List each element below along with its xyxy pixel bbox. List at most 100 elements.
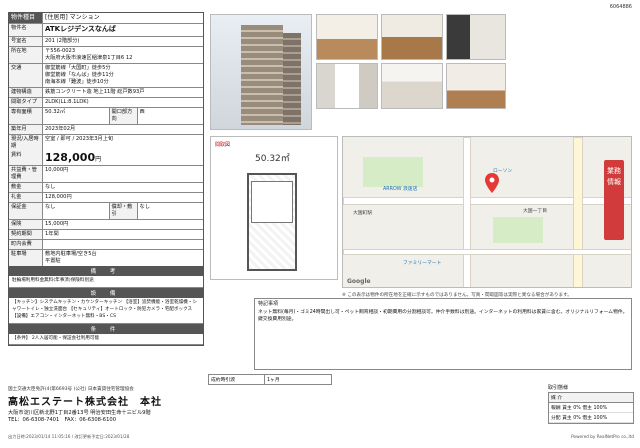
interior-photo-kitchen[interactable]: [446, 14, 506, 60]
map-road: [463, 137, 471, 287]
trade-type-value: 媒 介: [549, 393, 633, 403]
table-row: 間取タイプ 2LDK(LL:8.1LDK): [9, 97, 203, 108]
table-row: 号室名 201 (2階部分): [9, 36, 203, 47]
row-label: 物件名: [9, 24, 43, 36]
table-row: 所在地 〒556-0023 大阪府大阪市浪速区稲津泉1丁目6 12: [9, 46, 203, 64]
floorplan-area: 50.32㎡: [255, 154, 290, 164]
row-label: 間取タイプ: [9, 97, 43, 107]
handover-value: 1ヶ月: [267, 378, 280, 383]
row-label: 保険: [9, 219, 43, 229]
row-label: 敷金: [9, 182, 43, 192]
row-label: 共益費・管理費: [9, 165, 43, 182]
row-value: 1年間: [45, 230, 59, 237]
remarks-box: 特記事項 ネット無料(毎月)・ゴミ24時間出し可・ペット飼育相談・初期費用の分割…: [254, 298, 632, 370]
row-extra-label: 開口部方向: [109, 107, 138, 124]
table-row: 保証金 なし 償却・敷引 なし: [9, 202, 203, 220]
row-value: 敷地内駐車場/空き5台 平置駐: [45, 250, 97, 264]
location-map[interactable]: ARROW 浪速店 大国町駅 ファミリーマート ローソン 大国一丁目 Googl…: [342, 136, 632, 288]
table-row: 町内会費: [9, 239, 203, 250]
property-type-label: 物件種目: [9, 13, 43, 24]
rent-label: 賃料: [9, 150, 43, 165]
map-pin-icon: [485, 173, 499, 193]
map-label: ARROW 浪速店: [383, 187, 418, 192]
row-label: 築年月: [9, 124, 43, 134]
company-name: 高松エステート株式会社 本社: [8, 397, 162, 408]
section-title: 設 備: [9, 287, 203, 298]
interior-photo-toilet[interactable]: [381, 63, 443, 109]
property-type-value: [住居用] マンション: [45, 14, 100, 21]
row-value: 15,000円: [45, 220, 69, 227]
row-value: 〒556-0023 大阪府大阪市浪速区稲津泉1丁目6 12: [45, 47, 133, 61]
row-label: 町内会費: [9, 239, 43, 249]
table-row: 契約期間 1年間: [9, 229, 203, 240]
row-extra-value: なし: [139, 203, 150, 210]
interior-photo-room[interactable]: [381, 14, 443, 60]
floorplan-badge: 間取図: [215, 142, 231, 148]
rent-amount: 128,000: [45, 150, 96, 164]
map-park: [363, 157, 423, 187]
row-value: 2LDK(LL:8.1LDK): [45, 98, 89, 105]
row-label: 保証金: [9, 202, 43, 219]
map-park: [493, 217, 543, 243]
map-road: [343, 197, 631, 205]
row-value: 201 (2階部分): [45, 37, 80, 44]
row-rent: 賃料 128,000円: [9, 150, 203, 166]
row-label: 専有面積: [9, 107, 43, 124]
row-label: 契約期間: [9, 229, 43, 239]
row-property-type: 物件種目 [住居用] マンション: [9, 13, 203, 25]
handover-table: 成約時引渡 1ヶ月: [208, 374, 332, 385]
print-date: 出力日時:2023/01/14 11:05:16 / 改訂更新予定日:2023/…: [8, 434, 130, 439]
row-value: 128,000円: [45, 193, 72, 200]
interior-photo-bath[interactable]: [316, 63, 378, 109]
table-row: 共益費・管理費 10,000円: [9, 165, 203, 183]
interior-photo-hall[interactable]: [446, 63, 506, 109]
section-title: 備 考: [9, 266, 203, 276]
interior-photo-living[interactable]: [316, 14, 378, 60]
building-facade: [241, 25, 283, 125]
row-label: 礼金: [9, 192, 43, 202]
map-label: 大国一丁目: [523, 209, 547, 214]
row-label: 建物構造: [9, 87, 43, 97]
license-text: 国土交通大臣免許(4)第6693号 (公社) 日本賃貸住宅管理協会: [8, 387, 134, 392]
row-value: なし: [43, 202, 110, 219]
table-row: 専有面積 50.32㎡ 開口部方向西: [9, 107, 203, 125]
business-info-stamp: 業務情報: [604, 160, 624, 240]
company-phone: TEL：06-6308-7401 FAX：06-6308-6100: [8, 417, 117, 423]
property-info-table: 物件種目 [住居用] マンション 物件名 ATKレジデンスなんば号室名 201 (2…: [8, 12, 204, 347]
section-title: 条 件: [9, 323, 203, 334]
building-side: [283, 33, 301, 125]
row-value: 御堂筋線「大国町」徒歩5分 御堂筋線「なんば」徒歩11分 南海本線「難波」徒歩1…: [45, 64, 114, 85]
row-value: 50.32㎡: [43, 107, 110, 124]
table-row: 交通 御堂筋線「大国町」徒歩5分 御堂筋線「なんば」徒歩11分 南海本線「難波」徒…: [9, 63, 203, 88]
row-value: 空室 / 即可 / 2023年3月上旬: [45, 135, 114, 142]
map-label: 大国町駅: [353, 211, 373, 216]
remarks-title: 特記事項: [258, 301, 279, 307]
row-extra-value: 西: [139, 108, 145, 115]
map-main-road: [573, 137, 583, 287]
table-row: 保険 15,000円: [9, 219, 203, 230]
document-id: 6064886: [609, 4, 632, 10]
map-logo: Google: [347, 278, 371, 285]
table-row: 敷金 なし: [9, 182, 203, 193]
rent-unit: 円: [95, 155, 102, 163]
table-row: 築年月 2023年02月: [9, 124, 203, 135]
row-value: 鉄筋コンクリート造 地上11階 総戸数93戸: [45, 88, 145, 95]
row-value: ATKレジデンスなんば: [45, 25, 116, 34]
print-footer: 出力日時:2023/01/14 11:05:16 / 改訂更新予定日:2023/…: [8, 434, 634, 440]
row-value: [43, 240, 203, 249]
remarks-body: ネット無料(毎月)・ゴミ24時間出し可・ペット飼育相談・初期費用の分割相談可。仲…: [258, 309, 628, 322]
floorplan-room: [251, 181, 293, 223]
table-row: 現況/入居時期 空室 / 即可 / 2023年3月上旬: [9, 134, 203, 151]
map-road: [343, 249, 631, 255]
section-body: 【条件】 2人入居可能・保証会社利用可能: [9, 334, 203, 346]
powered-by: Powered by RealNetPro co.,ltd: [571, 434, 634, 439]
row-label: 駐車場: [9, 249, 43, 266]
section-body: 【キッチン】システムキッチン・カウンターキッチン 【浴室】追焚機能・浴室乾燥機・…: [9, 298, 203, 324]
company-address: 大阪市淀川区新北野1丁目2番13号 明治安田生命十三ビル9階: [8, 410, 151, 416]
trade-fee-row: 分配 賃主 0% 借主 100%: [549, 413, 633, 423]
row-value: 10,000円: [45, 166, 69, 173]
row-value: なし: [45, 183, 56, 190]
table-row: 駐車場 敷地内駐車場/空き5台 平置駐: [9, 249, 203, 266]
floorplan-image[interactable]: 間取図 50.32㎡: [210, 136, 338, 280]
building-exterior-photo[interactable]: [210, 14, 312, 130]
